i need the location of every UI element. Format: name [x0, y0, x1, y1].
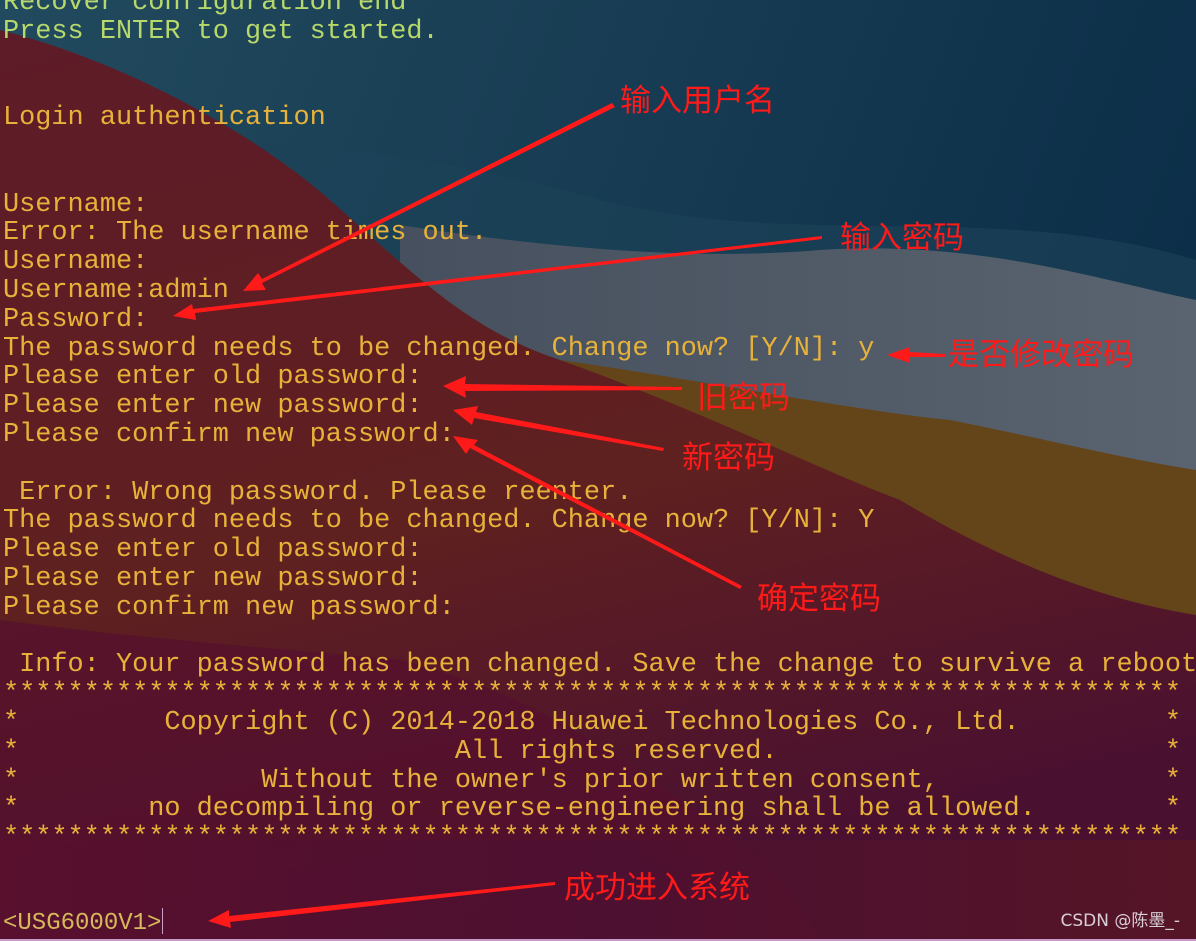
terminal-line: * no decompiling or reverse-engineering …	[3, 794, 1182, 825]
terminal-line: ****************************************…	[3, 823, 1182, 854]
terminal-line: Login authentication	[3, 103, 326, 134]
terminal-line: Error: Wrong password. Please reenter.	[3, 477, 633, 508]
terminal-line: Username:	[3, 189, 149, 220]
terminal-line: Please confirm new password:	[3, 592, 455, 623]
terminal-line: Info: Your password has been changed. Sa…	[3, 650, 1196, 681]
terminal-line: Password:	[3, 304, 149, 335]
terminal-line: Please enter new password:	[3, 391, 423, 422]
terminal-line: Error: The username times out.	[3, 218, 488, 249]
csdn-watermark: CSDN @陈墨_-	[1060, 911, 1180, 931]
annotation-login-success: 成功进入系统	[564, 870, 750, 906]
terminal-line: Please confirm new password:	[3, 419, 455, 450]
terminal-line: Please enter new password:	[3, 563, 423, 594]
terminal-line: The password needs to be changed. Change…	[3, 506, 875, 537]
terminal-line: Username:	[3, 247, 149, 278]
annotation-username: 输入用户名	[620, 83, 775, 119]
prompt-text: <USG6000V1>	[3, 910, 162, 937]
annotation-confirm-password: 确定密码	[757, 581, 881, 617]
terminal-line: ****************************************…	[3, 679, 1182, 710]
terminal-prompt[interactable]: <USG6000V1>	[3, 908, 164, 937]
terminal-line: Recover configuration end	[3, 0, 407, 18]
text-cursor	[162, 908, 164, 934]
annotation-old-password: 旧密码	[697, 380, 790, 416]
terminal-line: Please enter old password:	[3, 535, 423, 566]
terminal-line: * Without the owner's prior written cons…	[3, 765, 1182, 796]
annotation-password: 输入密码	[840, 220, 964, 256]
terminal-line: * All rights reserved. *	[3, 736, 1182, 767]
terminal-line: Press ENTER to get started.	[3, 16, 439, 47]
annotation-new-password: 新密码	[682, 440, 775, 476]
terminal-line: Username:admin	[3, 275, 229, 306]
terminal-line: * Copyright (C) 2014-2018 Huawei Technol…	[3, 707, 1182, 738]
annotation-change-prompt: 是否修改密码	[948, 337, 1134, 373]
terminal-output: Recover configuration end Press ENTER to …	[3, 0, 1196, 853]
